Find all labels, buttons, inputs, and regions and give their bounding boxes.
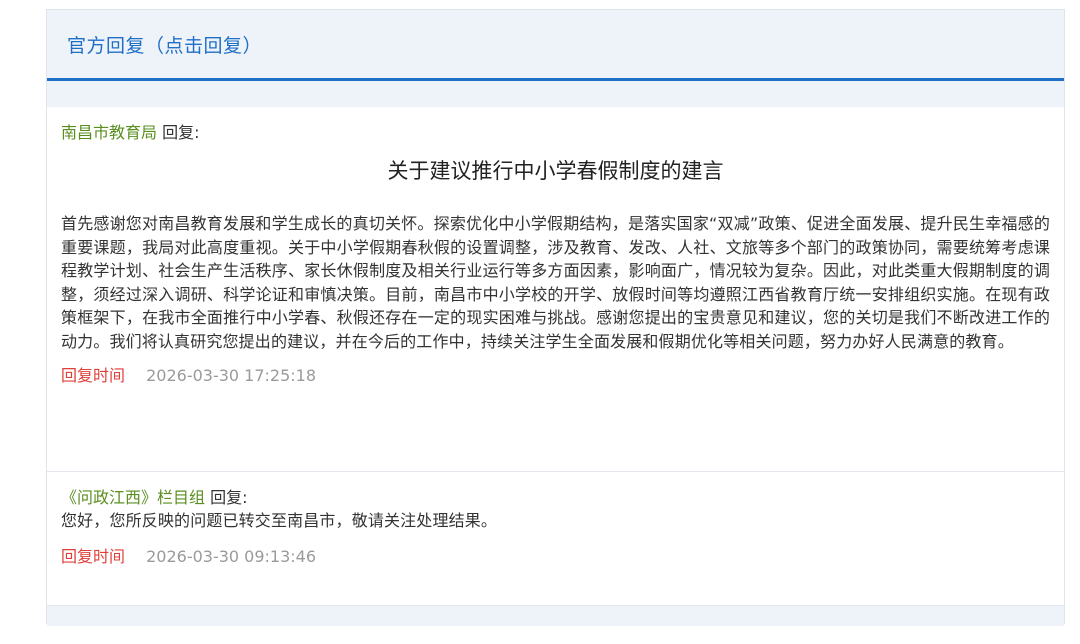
replier-line: 南昌市教育局 回复:: [61, 122, 1050, 144]
reply-time-label: 回复时间: [61, 366, 126, 385]
official-reply-link[interactable]: 官方回复（点击回复）: [67, 31, 262, 58]
panel-header: 官方回复（点击回复）: [47, 10, 1064, 81]
header-gap: [47, 81, 1064, 107]
reply-time: 回复时间 2026-03-30 17:25:18: [61, 365, 1050, 387]
reply-body: 首先感谢您对南昌教育发展和学生成长的真切关怀。探索优化中小学假期结构，是落实国家…: [61, 214, 1050, 351]
reply-suffix: 回复:: [210, 488, 248, 507]
reply-item: 南昌市教育局 回复: 关于建议推行中小学春假制度的建言 首先感谢您对南昌教育发展…: [47, 107, 1064, 472]
replier-name: 南昌市教育局: [61, 123, 158, 142]
panel-footer-band: [47, 605, 1064, 626]
reply-time-label: 回复时间: [61, 546, 126, 566]
official-reply-panel: 官方回复（点击回复） 南昌市教育局 回复: 关于建议推行中小学春假制度的建言 首…: [46, 9, 1065, 626]
reply-item: 《问政江西》栏目组 回复: 您好，您所反映的问题已转交至南昌市，敬请关注处理结果…: [47, 472, 1064, 605]
reply-time-value: 2026-03-30 17:25:18: [146, 366, 317, 385]
reply-time-value: 2026-03-30 09:13:46: [146, 546, 317, 566]
reply-body: 您好，您所反映的问题已转交至南昌市，敬请关注处理结果。: [61, 511, 498, 530]
reply-time: 回复时间 2026-03-30 09:13:46: [61, 546, 1050, 568]
replier-name: 《问政江西》栏目组: [61, 488, 206, 507]
replier-line: 《问政江西》栏目组 回复:: [61, 487, 1050, 509]
reply-title: 关于建议推行中小学春假制度的建言: [387, 159, 724, 183]
reply-suffix: 回复:: [162, 123, 200, 142]
